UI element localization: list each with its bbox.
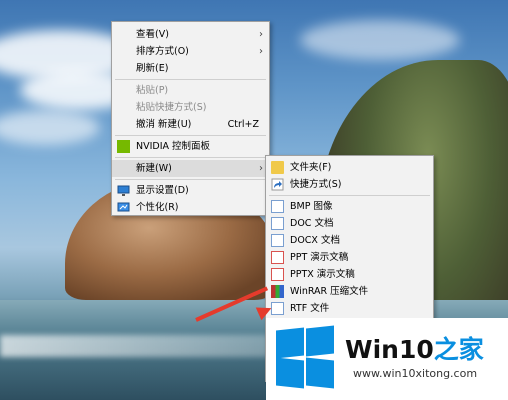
shortcut-icon (271, 178, 284, 191)
personalize-icon (117, 201, 130, 214)
submenu-item-docx[interactable]: DOCX 文档 (266, 232, 433, 249)
menu-item-label: 粘贴(P) (136, 85, 169, 96)
menu-item-sort[interactable]: 排序方式(O) › (112, 43, 269, 60)
windows-logo-icon (276, 325, 336, 389)
menu-item-shortcut: Ctrl+Z (227, 119, 259, 130)
watermark-title-b: 之家 (433, 335, 484, 364)
menu-item-display-settings[interactable]: 显示设置(D) (112, 182, 269, 199)
watermark-title-a: Win10 (345, 335, 434, 364)
display-icon (117, 184, 130, 197)
windows-logo-pane (306, 325, 334, 357)
menu-item-label: 文件夹(F) (290, 162, 332, 173)
menu-item-paste[interactable]: 粘贴(P) (112, 82, 269, 99)
menu-item-view[interactable]: 查看(V) › (112, 26, 269, 43)
ppt-icon (271, 251, 284, 264)
menu-separator (115, 179, 266, 180)
menu-item-label: 排序方式(O) (136, 46, 189, 57)
submenu-item-doc[interactable]: DOC 文档 (266, 215, 433, 232)
chevron-right-icon: › (259, 29, 263, 40)
menu-item-label: PPT 演示文稿 (290, 252, 349, 263)
submenu-item-ppt[interactable]: PPT 演示文稿 (266, 249, 433, 266)
wave-foam (0, 335, 300, 357)
menu-item-label: 查看(V) (136, 29, 169, 40)
menu-item-label: 新建(W) (136, 163, 172, 174)
menu-item-label: RTF 文件 (290, 303, 330, 314)
menu-item-label: 撤消 新建(U) (136, 119, 192, 130)
windows-logo-pane (276, 327, 304, 359)
docx-icon (271, 234, 284, 247)
winrar-icon (271, 285, 284, 298)
menu-item-undo-new[interactable]: 撤消 新建(U) Ctrl+Z (112, 116, 269, 133)
submenu-item-winrar[interactable]: WinRAR 压缩文件 (266, 283, 433, 300)
menu-item-label: 快捷方式(S) (290, 179, 342, 190)
menu-separator (115, 157, 266, 158)
menu-separator (269, 195, 430, 196)
menu-item-refresh[interactable]: 刷新(E) (112, 60, 269, 77)
doc-icon (271, 217, 284, 230)
windows-logo-pane (276, 357, 304, 389)
chevron-right-icon: › (259, 163, 263, 174)
menu-item-label: DOCX 文档 (290, 235, 340, 246)
menu-separator (115, 135, 266, 136)
menu-item-label: 刷新(E) (136, 63, 169, 74)
folder-icon (271, 161, 284, 174)
submenu-item-folder[interactable]: 文件夹(F) (266, 159, 433, 176)
submenu-item-pptx[interactable]: PPTX 演示文稿 (266, 266, 433, 283)
menu-item-label: 个性化(R) (136, 202, 179, 213)
menu-item-nvidia[interactable]: NVIDIA 控制面板 (112, 138, 269, 155)
watermark-title: Win10之家 (345, 330, 484, 366)
menu-item-label: 显示设置(D) (136, 185, 189, 196)
menu-item-new[interactable]: 新建(W) › (112, 160, 269, 177)
submenu-item-rtf[interactable]: RTF 文件 (266, 300, 433, 317)
menu-item-label: 粘贴快捷方式(S) (136, 102, 207, 113)
menu-item-label: PPTX 演示文稿 (290, 269, 355, 280)
menu-item-label: WinRAR 压缩文件 (290, 286, 369, 297)
menu-separator (115, 79, 266, 80)
menu-item-label: BMP 图像 (290, 201, 333, 212)
submenu-item-bmp[interactable]: BMP 图像 (266, 198, 433, 215)
windows-logo-pane (306, 357, 334, 389)
watermark-url: www.win10xitong.com (353, 367, 478, 380)
submenu-item-shortcut[interactable]: 快捷方式(S) (266, 176, 433, 193)
menu-item-label: DOC 文档 (290, 218, 334, 229)
chevron-right-icon: › (259, 46, 263, 57)
menu-item-personalize[interactable]: 个性化(R) (112, 199, 269, 216)
pptx-icon (271, 268, 284, 281)
menu-item-paste-shortcut[interactable]: 粘贴快捷方式(S) (112, 99, 269, 116)
desktop-context-menu: 查看(V) › 排序方式(O) › 刷新(E) 粘贴(P) 粘贴快捷方式(S) … (111, 21, 270, 216)
nvidia-icon (117, 140, 130, 153)
bmp-icon (271, 200, 284, 213)
menu-item-label: NVIDIA 控制面板 (136, 141, 211, 152)
cloud (300, 20, 460, 60)
cloud (0, 110, 100, 145)
